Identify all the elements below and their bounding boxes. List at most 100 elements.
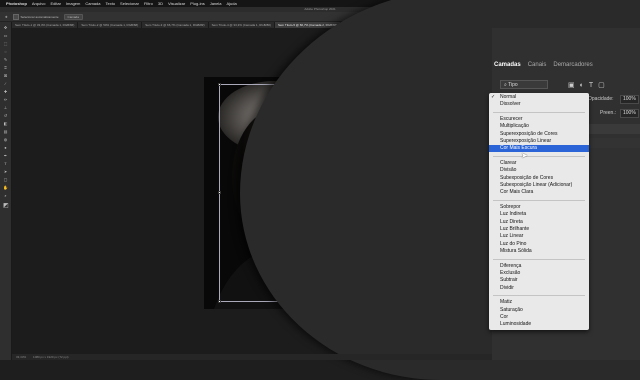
layer-row[interactable] bbox=[588, 138, 640, 148]
blend-mode-item[interactable]: Matiz bbox=[489, 299, 589, 306]
blend-mode-item[interactable]: Superexposição de Cores bbox=[489, 131, 589, 138]
document-info[interactable]: 1080 px x 1920 px (72 ppi) bbox=[33, 355, 69, 359]
eyedropper-tool-icon[interactable]: ⁄ bbox=[3, 82, 8, 86]
status-bar: 33,33% 1080 px x 1920 px (72 ppi) bbox=[12, 354, 496, 360]
move-tool-icon[interactable]: ✥ bbox=[5, 15, 8, 19]
eraser-tool-icon[interactable]: ◧ bbox=[3, 122, 8, 126]
menu-3d[interactable]: 3D bbox=[158, 0, 163, 7]
blend-mode-item[interactable]: Superexposição Linear bbox=[489, 138, 589, 145]
pen-tool-icon[interactable]: ✒ bbox=[3, 154, 8, 158]
blend-mode-item[interactable]: Cor Mais Escura bbox=[489, 145, 589, 153]
frame-tool-icon[interactable]: ⊠ bbox=[3, 74, 8, 78]
blend-mode-item[interactable]: Escurecer bbox=[489, 116, 589, 123]
blend-mode-item[interactable]: Exclusão bbox=[489, 270, 589, 277]
blend-mode-item[interactable]: Saturação bbox=[489, 307, 589, 314]
crop-tool-icon[interactable]: ⌗ bbox=[3, 66, 8, 70]
type-filter-icon[interactable]: T bbox=[589, 82, 598, 89]
blend-mode-item[interactable]: Luminosidade bbox=[489, 321, 589, 328]
menu-janela[interactable]: Janela bbox=[210, 0, 222, 7]
tab-camadas[interactable]: Camadas bbox=[494, 62, 521, 68]
brush-tool-icon[interactable]: ✏ bbox=[3, 98, 8, 102]
transform-handle[interactable] bbox=[218, 300, 221, 303]
color-swatches-icon[interactable]: ◩ bbox=[3, 203, 9, 209]
artboard-tool-icon[interactable]: ▭ bbox=[3, 34, 8, 38]
blend-mode-item[interactable]: Multiplicação bbox=[489, 123, 589, 130]
blend-mode-item[interactable]: Subtrair bbox=[489, 277, 589, 284]
auto-select-target-dropdown[interactable]: Camada bbox=[63, 13, 83, 20]
blur-tool-icon[interactable]: ◍ bbox=[3, 138, 8, 142]
fill-field[interactable]: 100% bbox=[620, 109, 639, 118]
menu-separator bbox=[493, 199, 585, 201]
tab-demarcadores[interactable]: Demarcadores bbox=[553, 62, 592, 68]
blend-mode-menu: ✓ Normal Dissolver Escurecer Multiplicação Su… bbox=[489, 93, 589, 330]
menu-separator bbox=[493, 295, 585, 297]
hand-tool-icon[interactable]: ✋ bbox=[3, 186, 8, 190]
history-brush-tool-icon[interactable]: ↺ bbox=[3, 114, 8, 118]
menu-separator bbox=[493, 111, 585, 113]
transform-handle[interactable] bbox=[218, 83, 221, 86]
layer-row[interactable] bbox=[588, 124, 640, 134]
blend-mode-item[interactable]: Luz Brilhante bbox=[489, 226, 589, 233]
blend-mode-label: Superexposição Linear bbox=[500, 138, 552, 144]
blend-mode-item[interactable]: Mistura Sólida bbox=[489, 248, 589, 255]
blend-mode-item[interactable]: Luz Indireta bbox=[489, 211, 589, 218]
menu-photoshop[interactable]: Photoshop bbox=[6, 0, 27, 7]
tab-canais[interactable]: Canais bbox=[528, 62, 547, 68]
blend-mode-label: Subexposição de Cores bbox=[500, 174, 554, 181]
menu-texto[interactable]: Texto bbox=[105, 0, 115, 7]
blend-mode-item[interactable]: Luz Linear bbox=[489, 233, 589, 240]
blend-mode-label: Luz do Pino bbox=[500, 240, 527, 247]
healing-brush-tool-icon[interactable]: ✚ bbox=[3, 90, 8, 94]
zoom-level[interactable]: 33,33% bbox=[16, 355, 26, 359]
image-filter-icon[interactable]: ▣ bbox=[568, 82, 580, 89]
blend-mode-item[interactable]: Luz do Pino bbox=[489, 241, 589, 248]
gradient-tool-icon[interactable]: ▤ bbox=[3, 130, 8, 134]
menu-imagem[interactable]: Imagem bbox=[66, 0, 80, 7]
blend-mode-label: Cor Mais Clara bbox=[500, 189, 534, 196]
lasso-tool-icon[interactable]: ◌ bbox=[3, 50, 8, 54]
menu-filtro[interactable]: Filtro bbox=[144, 0, 153, 7]
blend-mode-label: Luz Indireta bbox=[500, 211, 527, 218]
move-tool-icon[interactable]: ✥ bbox=[3, 26, 8, 30]
blend-mode-item[interactable]: Cor bbox=[489, 314, 589, 321]
menu-visualizar[interactable]: Visualizar bbox=[168, 0, 185, 7]
blend-mode-item[interactable]: ✓ Normal bbox=[489, 94, 589, 101]
menu-camada[interactable]: Camada bbox=[85, 0, 100, 7]
blend-mode-item[interactable]: Luz Direta bbox=[489, 219, 589, 226]
blend-mode-item[interactable]: Diferença bbox=[489, 263, 589, 270]
blend-mode-item[interactable]: Dissolver bbox=[489, 101, 589, 108]
clone-stamp-tool-icon[interactable]: ⊥ bbox=[3, 106, 8, 110]
blend-mode-item[interactable]: Sobrepor bbox=[489, 204, 589, 211]
layer-kind-filter[interactable]: ⌕ Tipo bbox=[500, 80, 548, 89]
blend-mode-label: Saturação bbox=[500, 306, 523, 313]
blend-mode-label: Luz Linear bbox=[500, 233, 524, 240]
blend-mode-item[interactable]: Subexposição de Cores bbox=[489, 175, 589, 182]
menu-editar[interactable]: Editar bbox=[50, 0, 60, 7]
dodge-tool-icon[interactable]: ● bbox=[3, 146, 8, 150]
blend-mode-label: Normal bbox=[500, 94, 517, 100]
quick-select-tool-icon[interactable]: ✎ bbox=[3, 58, 8, 62]
blend-mode-item[interactable]: Divisão bbox=[489, 167, 589, 174]
blend-mode-item[interactable]: Clarear bbox=[489, 160, 589, 167]
blend-mode-item[interactable]: Dividir bbox=[489, 285, 589, 292]
menu-ajuda[interactable]: Ajuda bbox=[227, 0, 237, 7]
auto-select-checkbox[interactable]: Selecionar automaticamente bbox=[12, 13, 59, 20]
menu-arquivo[interactable]: Arquivo bbox=[32, 0, 46, 7]
blend-mode-label: Sobrepor bbox=[500, 203, 521, 210]
zoom-tool-icon[interactable]: ⌕ bbox=[3, 194, 8, 198]
menu-separator bbox=[493, 258, 585, 260]
blend-mode-item[interactable]: Subexposição Linear (Adicionar) bbox=[489, 182, 589, 189]
type-tool-icon[interactable]: T bbox=[3, 162, 8, 166]
adjustment-filter-icon[interactable]: ◐ bbox=[580, 82, 589, 89]
layer-filter-icons: ▣◐T▢ bbox=[568, 81, 610, 89]
marquee-tool-icon[interactable]: ⬚ bbox=[3, 42, 8, 46]
opacity-field[interactable]: 100% bbox=[620, 95, 639, 104]
blend-mode-label: Luz Brilhante bbox=[500, 226, 530, 232]
path-selection-tool-icon[interactable]: ➤ bbox=[3, 170, 8, 174]
menu-selecionar[interactable]: Selecionar bbox=[120, 0, 139, 7]
menu-plugins[interactable]: Plug-ins bbox=[190, 0, 204, 7]
shape-tool-icon[interactable]: ▢ bbox=[3, 178, 8, 182]
blend-mode-item[interactable]: Cor Mais Clara bbox=[489, 189, 589, 196]
transform-handle[interactable] bbox=[218, 191, 221, 194]
shape-filter-icon[interactable]: ▢ bbox=[598, 82, 610, 89]
